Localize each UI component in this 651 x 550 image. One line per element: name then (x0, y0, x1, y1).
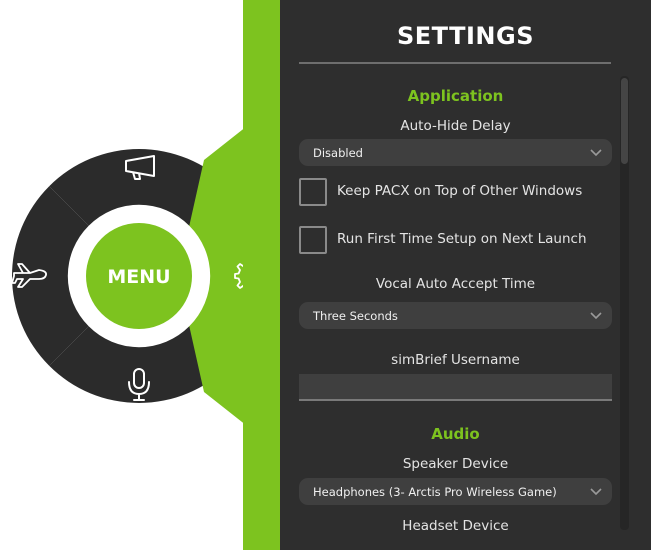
menu-center-button[interactable]: MENU (86, 223, 192, 329)
simbrief-label: simBrief Username (391, 352, 520, 368)
first-setup-checkbox[interactable]: Run First Time Setup on Next Launch (299, 226, 612, 254)
headset-device-label: Headset Device (402, 518, 509, 534)
scrollbar[interactable] (620, 76, 629, 530)
settings-panel: SETTINGS Application Auto-Hide Delay Dis… (280, 0, 651, 550)
keep-on-top-label: Keep PACX on Top of Other Windows (337, 183, 583, 199)
speaker-device-dropdown[interactable]: Headphones (3- Arctis Pro Wireless Game) (299, 478, 612, 505)
settings-content: Application Auto-Hide Delay Disabled Kee… (299, 76, 612, 550)
radial-menu: MENU (11, 100, 280, 452)
title-divider (299, 62, 611, 64)
section-heading-application: Application (407, 87, 504, 105)
chevron-down-icon (590, 312, 602, 320)
vocal-accept-dropdown[interactable]: Three Seconds (299, 302, 612, 329)
checkbox-box[interactable] (299, 178, 327, 206)
keep-on-top-checkbox[interactable]: Keep PACX on Top of Other Windows (299, 178, 612, 206)
section-heading-audio: Audio (431, 425, 480, 443)
speaker-device-value: Headphones (3- Arctis Pro Wireless Game) (313, 485, 557, 499)
scrollbar-thumb[interactable] (621, 78, 628, 164)
vocal-accept-label: Vocal Auto Accept Time (375, 276, 536, 292)
speaker-device-label: Speaker Device (402, 456, 509, 472)
first-setup-label: Run First Time Setup on Next Launch (337, 231, 587, 247)
checkbox-box[interactable] (299, 226, 327, 254)
chevron-down-icon (590, 488, 602, 496)
menu-label: MENU (107, 266, 170, 288)
auto-hide-label: Auto-Hide Delay (400, 118, 511, 134)
chevron-down-icon (590, 149, 602, 157)
simbrief-username-input[interactable] (299, 374, 612, 401)
accent-strip (243, 0, 280, 550)
page-title: SETTINGS (397, 22, 534, 50)
auto-hide-dropdown[interactable]: Disabled (299, 139, 612, 166)
auto-hide-value: Disabled (313, 146, 363, 160)
vocal-accept-value: Three Seconds (313, 309, 398, 323)
